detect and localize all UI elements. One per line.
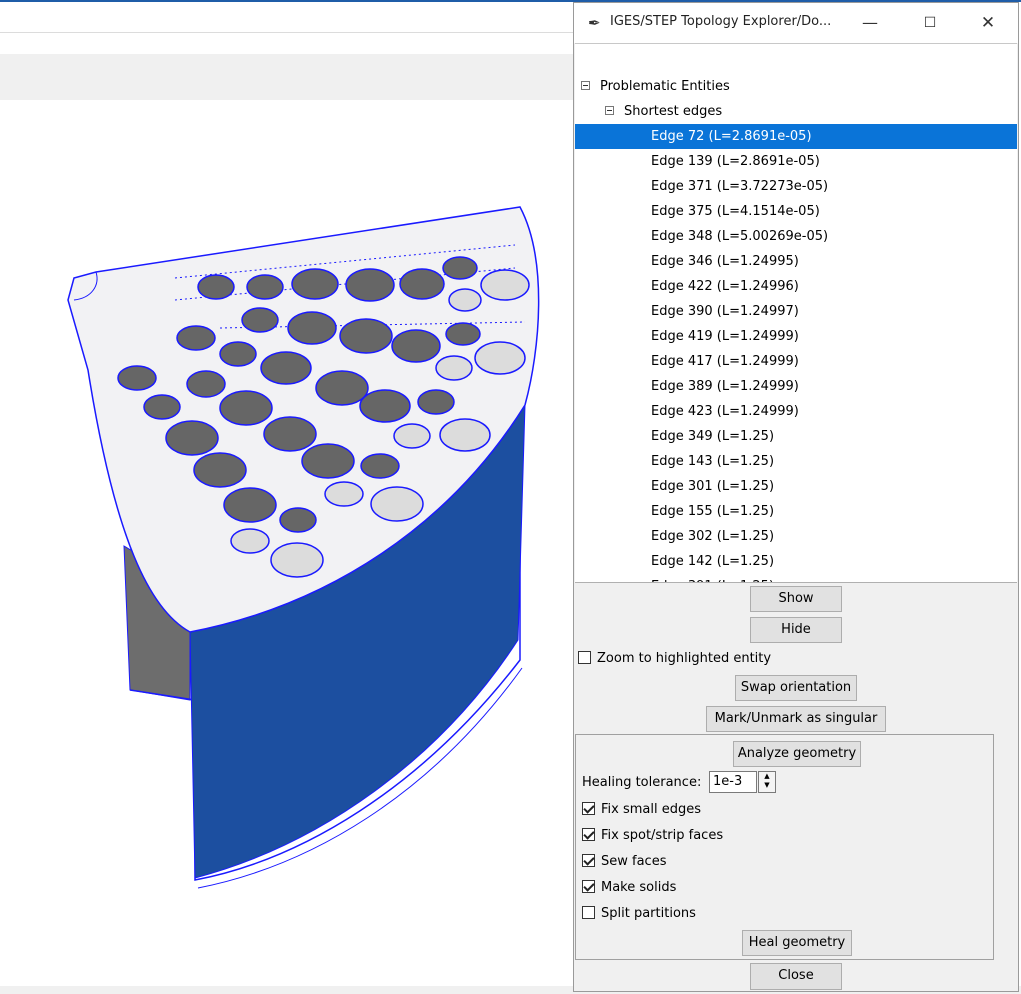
option-label: Fix spot/strip faces	[601, 828, 724, 843]
edge-label: Edge 301 (L=1.25)	[651, 479, 775, 494]
edge-list-item[interactable]: Edge 348 (L=5.00269e-05)	[575, 224, 1017, 249]
healing-option[interactable]: Make solids	[582, 879, 676, 897]
option-label: Fix small edges	[601, 802, 702, 817]
edge-label: Edge 143 (L=1.25)	[651, 454, 775, 469]
tolerance-label: Healing tolerance:	[582, 775, 702, 790]
edge-list-item[interactable]: Edge 419 (L=1.24999)	[575, 324, 1017, 349]
spin-up-icon[interactable]: ▲	[759, 772, 775, 781]
edge-list-item[interactable]: Edge 391 (L=1.25)	[575, 574, 1017, 582]
entity-tree[interactable]: Problematic Entities Shortest edges Edge…	[575, 43, 1017, 583]
3d-viewport[interactable]	[0, 100, 573, 986]
edge-list-item[interactable]: Edge 139 (L=2.8691e-05)	[575, 149, 1017, 174]
edge-list-item[interactable]: Edge 346 (L=1.24995)	[575, 249, 1017, 274]
zoom-toggle[interactable]: Zoom to highlighted entity	[578, 650, 771, 668]
toolbar-separator	[0, 32, 573, 33]
healing-option[interactable]: Fix spot/strip faces	[582, 827, 723, 845]
edge-list-item[interactable]: Edge 423 (L=1.24999)	[575, 399, 1017, 424]
heal-geometry-button[interactable]: Heal geometry	[742, 930, 852, 956]
option-label: Make solids	[601, 880, 677, 895]
title-bar[interactable]: ✒ IGES/STEP Topology Explorer/Do... — ☐ …	[574, 3, 1018, 43]
tree-node-problematic-entities[interactable]: Problematic Entities	[581, 77, 730, 97]
option-checkbox[interactable]	[582, 854, 595, 867]
edge-list-item[interactable]: Edge 389 (L=1.24999)	[575, 374, 1017, 399]
edge-label: Edge 139 (L=2.8691e-05)	[651, 154, 820, 169]
edge-label: Edge 423 (L=1.24999)	[651, 404, 799, 419]
mark-singular-button[interactable]: Mark/Unmark as singular	[706, 706, 886, 732]
show-button[interactable]: Show	[750, 586, 842, 612]
edge-label: Edge 390 (L=1.24997)	[651, 304, 799, 319]
edge-label: Edge 419 (L=1.24999)	[651, 329, 799, 344]
analyze-geometry-button[interactable]: Analyze geometry	[733, 741, 861, 767]
toolbar-area	[0, 54, 573, 100]
maximize-button[interactable]: ☐	[910, 9, 950, 37]
window-title: IGES/STEP Topology Explorer/Do...	[610, 14, 832, 29]
tree-node-shortest-edges[interactable]: Shortest edges	[605, 102, 722, 122]
edge-label: Edge 155 (L=1.25)	[651, 504, 775, 519]
swap-orientation-button[interactable]: Swap orientation	[735, 675, 857, 701]
edge-label: Edge 417 (L=1.24999)	[651, 354, 799, 369]
cad-model	[67, 206, 540, 889]
close-button[interactable]: Close	[750, 963, 842, 990]
edge-list-item[interactable]: Edge 301 (L=1.25)	[575, 474, 1017, 499]
tolerance-spinner[interactable]: ▲ ▼	[758, 771, 776, 793]
zoom-checkbox[interactable]	[578, 651, 591, 664]
edge-list-item[interactable]: Edge 375 (L=4.1514e-05)	[575, 199, 1017, 224]
edge-list-item[interactable]: Edge 417 (L=1.24999)	[575, 349, 1017, 374]
edge-list-item[interactable]: Edge 371 (L=3.72273e-05)	[575, 174, 1017, 199]
minimize-button[interactable]: —	[850, 9, 890, 37]
edge-list-item[interactable]: Edge 142 (L=1.25)	[575, 549, 1017, 574]
edge-label: Edge 391 (L=1.25)	[651, 574, 774, 582]
collapse-icon[interactable]	[581, 81, 590, 90]
edge-label: Edge 422 (L=1.24996)	[651, 279, 799, 294]
option-checkbox[interactable]	[582, 828, 595, 841]
edge-list-item[interactable]: Edge 302 (L=1.25)	[575, 524, 1017, 549]
edge-label: Edge 142 (L=1.25)	[651, 554, 775, 569]
edge-list-item[interactable]: Edge 72 (L=2.8691e-05)	[575, 124, 1017, 149]
spin-down-icon[interactable]: ▼	[759, 781, 775, 790]
edge-label: Edge 348 (L=5.00269e-05)	[651, 229, 829, 244]
edge-list-item[interactable]: Edge 143 (L=1.25)	[575, 449, 1017, 474]
edge-list-item[interactable]: Edge 390 (L=1.24997)	[575, 299, 1017, 324]
zoom-label: Zoom to highlighted entity	[597, 651, 772, 666]
edge-list-item[interactable]: Edge 422 (L=1.24996)	[575, 274, 1017, 299]
option-checkbox[interactable]	[582, 906, 595, 919]
edge-list-item[interactable]: Edge 349 (L=1.25)	[575, 424, 1017, 449]
option-label: Sew faces	[601, 854, 667, 869]
option-checkbox[interactable]	[582, 880, 595, 893]
tree-node-label: Problematic Entities	[600, 79, 730, 94]
healing-option[interactable]: Split partitions	[582, 905, 696, 923]
edge-label: Edge 389 (L=1.24999)	[651, 379, 799, 394]
edge-label: Edge 72 (L=2.8691e-05)	[651, 129, 812, 144]
topology-explorer-dialog: ✒ IGES/STEP Topology Explorer/Do... — ☐ …	[573, 2, 1019, 992]
feather-icon: ✒	[588, 14, 601, 32]
edge-label: Edge 346 (L=1.24995)	[651, 254, 799, 269]
edge-label: Edge 349 (L=1.25)	[651, 429, 775, 444]
healing-panel: Analyze geometry Healing tolerance: 1e-3…	[575, 734, 994, 960]
close-window-button[interactable]: ✕	[968, 9, 1008, 37]
tolerance-input[interactable]: 1e-3	[709, 771, 757, 793]
collapse-icon[interactable]	[605, 106, 614, 115]
edge-list-item[interactable]: Edge 155 (L=1.25)	[575, 499, 1017, 524]
option-label: Split partitions	[601, 906, 696, 921]
edge-label: Edge 302 (L=1.25)	[651, 529, 775, 544]
edge-label: Edge 371 (L=3.72273e-05)	[651, 179, 829, 194]
healing-option[interactable]: Sew faces	[582, 853, 666, 871]
option-checkbox[interactable]	[582, 802, 595, 815]
tree-node-label: Shortest edges	[624, 104, 723, 119]
healing-option[interactable]: Fix small edges	[582, 801, 701, 819]
hide-button[interactable]: Hide	[750, 617, 842, 643]
edge-label: Edge 375 (L=4.1514e-05)	[651, 204, 820, 219]
